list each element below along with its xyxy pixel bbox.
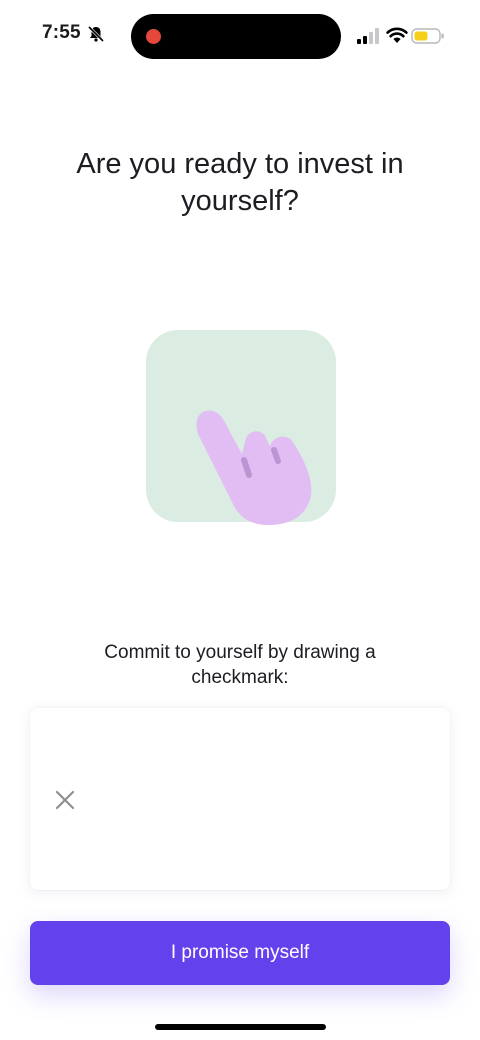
dynamic-island <box>131 14 341 59</box>
bell-slash-icon <box>87 25 105 43</box>
home-indicator[interactable] <box>155 1024 326 1030</box>
signature-pad[interactable] <box>30 708 450 890</box>
instruction-text: Commit to yourself by drawing a checkmar… <box>104 642 376 688</box>
cellular-signal-icon <box>357 28 379 44</box>
wifi-icon <box>386 27 408 43</box>
pointing-hand-icon <box>146 330 336 525</box>
status-bar: 7:55 <box>0 0 480 72</box>
close-icon[interactable] <box>55 790 75 810</box>
recording-indicator <box>146 29 161 44</box>
status-time: 7:55 <box>42 22 81 43</box>
battery-icon <box>411 28 444 44</box>
page-title: Are you ready to invest in yourself? <box>76 148 404 217</box>
promise-button[interactable]: I promise myself <box>30 921 450 985</box>
